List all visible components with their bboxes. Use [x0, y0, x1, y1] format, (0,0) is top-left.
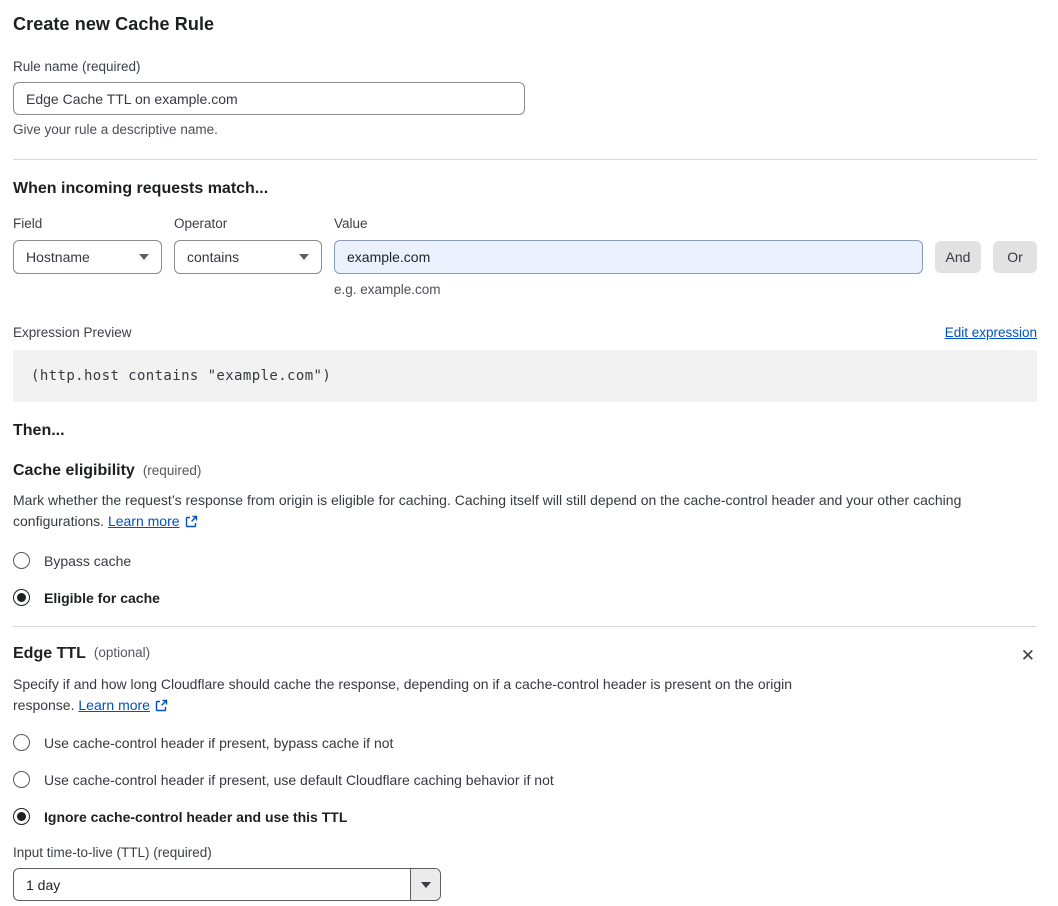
- edge-ttl-heading-row: Edge TTL (optional) ✕: [13, 645, 1037, 666]
- radio-label: Use cache-control header if present, use…: [44, 771, 554, 788]
- field-select-value: Hostname: [26, 249, 90, 265]
- radio-unselected-icon: [13, 552, 30, 569]
- edge-ttl-options: Use cache-control header if present, byp…: [13, 734, 1037, 825]
- edge-ttl-heading: Edge TTL: [13, 645, 86, 662]
- edge-ttl-description: Specify if and how long Cloudflare shoul…: [13, 674, 849, 718]
- page-title: Create new Cache Rule: [13, 14, 215, 34]
- ttl-label: Input time-to-live (TTL) (required): [13, 845, 212, 860]
- radio-unselected-icon: [13, 734, 30, 751]
- cache-eligibility-options: Bypass cache Eligible for cache: [13, 552, 1037, 606]
- create-cache-rule-form: Create new Cache Rule Rule name (require…: [0, 0, 1058, 901]
- match-section-heading: When incoming requests match...: [13, 180, 269, 197]
- rule-name-label: Rule name (required): [13, 59, 141, 74]
- cache-eligibility-heading-row: Cache eligibility (required): [13, 462, 1037, 480]
- external-link-icon: [155, 697, 168, 718]
- or-button[interactable]: Or: [993, 241, 1037, 273]
- radio-label: Ignore cache-control header and use this…: [44, 808, 348, 825]
- edge-ttl-qualifier: (optional): [93, 645, 151, 660]
- close-icon[interactable]: ✕: [1019, 645, 1037, 666]
- cache-eligibility-description: Mark whether the request’s response from…: [13, 490, 1037, 534]
- and-button[interactable]: And: [935, 241, 981, 273]
- radio-selected-icon: [13, 589, 30, 606]
- chevron-down-icon: [139, 254, 149, 260]
- ttl-combobox: [13, 868, 441, 901]
- chevron-down-icon: [420, 881, 431, 888]
- expression-preview-code: (http.host contains "example.com"): [13, 350, 1037, 402]
- cache-eligibility-heading: Cache eligibility: [13, 462, 135, 479]
- expression-preview-header: Expression Preview Edit expression: [13, 325, 1037, 340]
- rule-name-input[interactable]: [13, 82, 525, 115]
- expression-preview-label: Expression Preview: [13, 325, 132, 340]
- edge-ttl-learn-more-link[interactable]: Learn more: [78, 697, 150, 713]
- radio-label: Use cache-control header if present, byp…: [44, 734, 394, 751]
- chevron-down-icon: [299, 254, 309, 260]
- then-heading: Then...: [13, 422, 65, 439]
- field-label: Field: [13, 216, 43, 231]
- edit-expression-link[interactable]: Edit expression: [945, 325, 1037, 340]
- radio-use-header-bypass[interactable]: Use cache-control header if present, byp…: [13, 734, 1037, 751]
- operator-label: Operator: [174, 216, 228, 231]
- cache-eligibility-qualifier: (required): [142, 463, 202, 478]
- operator-select-value: contains: [187, 249, 240, 265]
- radio-ignore-header-use-ttl[interactable]: Ignore cache-control header and use this…: [13, 808, 1037, 825]
- radio-eligible-for-cache[interactable]: Eligible for cache: [13, 589, 1037, 606]
- value-label: Value: [334, 216, 368, 231]
- section-divider: [13, 626, 1037, 627]
- radio-use-header-default[interactable]: Use cache-control header if present, use…: [13, 771, 1037, 788]
- value-helper: e.g. example.com: [334, 282, 441, 297]
- radio-bypass-cache[interactable]: Bypass cache: [13, 552, 1037, 569]
- field-select[interactable]: Hostname: [13, 240, 162, 274]
- ttl-dropdown-button[interactable]: [410, 869, 440, 900]
- cache-eligibility-learn-more-link[interactable]: Learn more: [108, 513, 180, 529]
- operator-select[interactable]: contains: [174, 240, 322, 274]
- ttl-input[interactable]: [14, 869, 410, 900]
- radio-unselected-icon: [13, 771, 30, 788]
- rule-name-helper: Give your rule a descriptive name.: [13, 122, 218, 137]
- section-divider: [13, 159, 1037, 160]
- match-condition-row: Field Operator Value Hostname contains A…: [13, 216, 1037, 297]
- radio-selected-icon: [13, 808, 30, 825]
- external-link-icon: [185, 513, 198, 534]
- radio-label: Eligible for cache: [44, 589, 160, 606]
- radio-label: Bypass cache: [44, 552, 132, 569]
- value-input[interactable]: [334, 240, 923, 274]
